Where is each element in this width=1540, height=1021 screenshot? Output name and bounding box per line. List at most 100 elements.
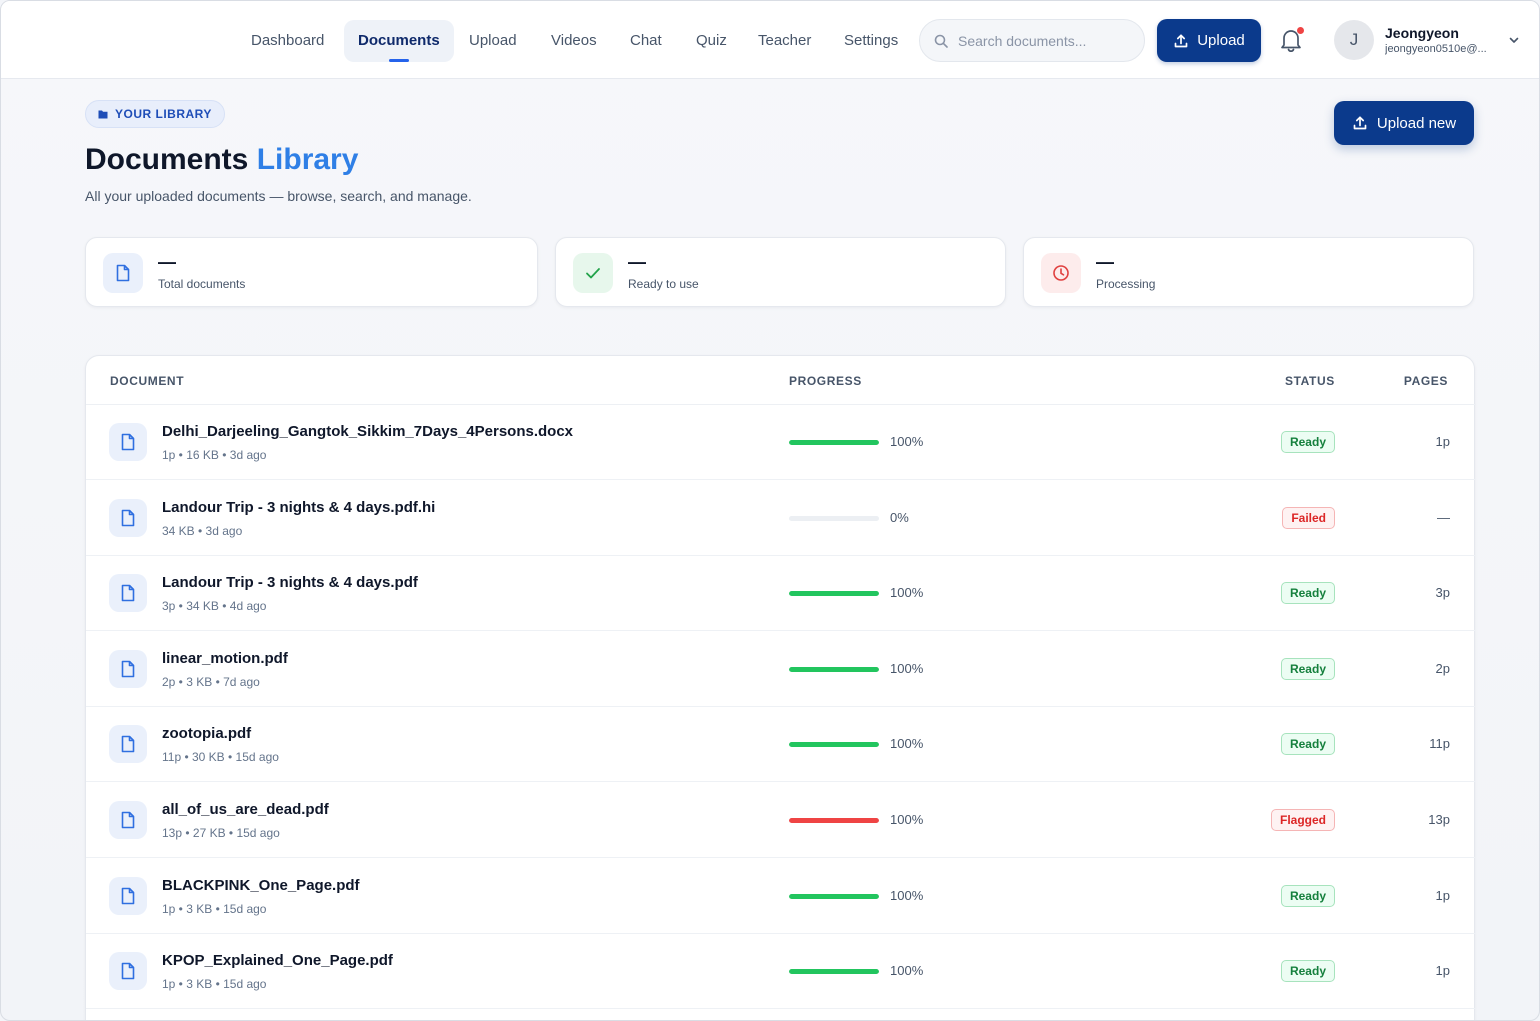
progress-bar xyxy=(789,742,879,748)
document-name[interactable]: Delhi_Darjeeling_Gangtok_Sikkim_7Days_4P… xyxy=(162,423,573,440)
folder-icon xyxy=(98,110,108,119)
progress-bar xyxy=(789,893,879,899)
col-header-progress[interactable]: PROGRESS xyxy=(789,374,862,388)
stat-label: Ready to use xyxy=(628,277,699,291)
file-icon-box xyxy=(109,801,147,839)
stat-processing: — Processing xyxy=(1023,237,1474,307)
document-meta: 1p • 16 KB • 3d ago xyxy=(162,448,267,462)
document-name[interactable]: BLACKPINK_One_Page.pdf xyxy=(162,877,360,894)
progress-fill xyxy=(789,818,879,823)
document-name[interactable]: all_of_us_are_dead.pdf xyxy=(162,801,329,818)
status-badge: Ready xyxy=(1280,657,1335,680)
top-navbar: Dashboard Documents Upload Videos Chat Q… xyxy=(1,1,1539,79)
table-row[interactable]: Landour Trip - 3 nights & 4 days.pdf.hi 3… xyxy=(86,481,1476,556)
status-badge: Ready xyxy=(1280,582,1335,605)
stat-value: — xyxy=(628,252,646,272)
upload-icon xyxy=(1174,33,1188,47)
document-meta: 34 KB • 3d ago xyxy=(162,523,243,538)
upload-icon xyxy=(1353,116,1367,130)
file-icon-box xyxy=(109,725,147,764)
search-box xyxy=(919,19,1145,62)
nav-upload[interactable]: Upload xyxy=(455,20,531,62)
table-row[interactable]: zootopia.pdf 11p • 30 KB • 15d ago 100% Rea… xyxy=(86,707,1476,783)
document-meta: 1p • 3 KB • 15d ago xyxy=(162,901,267,916)
stat-icon-box xyxy=(1041,253,1081,293)
progress-percent: 100% xyxy=(890,660,924,676)
progress-bar xyxy=(789,515,879,521)
nav-quiz[interactable]: Quiz xyxy=(682,20,741,62)
page-count: 11p xyxy=(1429,736,1450,752)
table-row[interactable]: all_of_us_are_dead.pdf 13p • 27 KB • 15d … xyxy=(86,783,1476,858)
upload-button[interactable]: Upload xyxy=(1157,19,1261,62)
clock-icon xyxy=(1053,265,1069,281)
document-icon xyxy=(121,509,135,526)
status-badge: Ready xyxy=(1280,733,1335,756)
notifications-button[interactable] xyxy=(1279,27,1305,55)
progress-bar xyxy=(789,666,879,672)
document-name[interactable]: linear_motion.pdf xyxy=(162,650,288,667)
check-icon xyxy=(586,268,600,279)
avatar[interactable]: J xyxy=(1334,20,1374,60)
notification-dot xyxy=(1297,27,1304,34)
page-count: 3p xyxy=(1435,585,1450,601)
stat-value: — xyxy=(158,252,176,272)
document-icon xyxy=(116,264,130,282)
file-icon-box xyxy=(109,574,147,613)
progress-percent: 0% xyxy=(890,509,909,525)
document-name[interactable]: zootopia.pdf xyxy=(162,725,251,742)
upload-new-label: Upload new xyxy=(1376,114,1457,132)
stat-icon-box xyxy=(103,253,143,293)
page-count: 1p xyxy=(1435,963,1450,979)
table-row[interactable]: KPOP_Explained_One_Page.pdf 1p • 3 KB • 1… xyxy=(86,934,1476,1010)
library-badge-label: YOUR LIBRARY xyxy=(115,107,212,121)
user-name: Jeongyeon xyxy=(1385,25,1459,41)
progress-fill xyxy=(789,893,879,899)
nav-documents-label: Documents xyxy=(358,32,440,49)
progress-fill xyxy=(789,742,879,748)
progress-bar xyxy=(789,969,879,975)
col-header-document[interactable]: DOCUMENT xyxy=(110,374,184,388)
progress-bar xyxy=(789,591,879,597)
upload-button-label: Upload xyxy=(1197,32,1245,49)
table-row[interactable]: BLACKPINK_One_Page.pdf 1p • 3 KB • 15d ag… xyxy=(86,859,1476,934)
status-badge: Ready xyxy=(1280,884,1335,907)
chevron-down-icon[interactable] xyxy=(1508,34,1520,46)
active-tab-indicator xyxy=(388,59,409,62)
document-name[interactable]: Landour Trip - 3 nights & 4 days.pdf.hi xyxy=(162,499,435,516)
document-meta: 11p • 30 KB • 15d ago xyxy=(162,750,279,765)
document-icon xyxy=(121,736,135,753)
progress-percent: 100% xyxy=(890,963,924,979)
table-row[interactable]: Delhi_Darjeeling_Gangtok_Sikkim_7Days_4P… xyxy=(86,405,1476,480)
document-meta: 3p • 34 KB • 4d ago xyxy=(162,599,267,614)
nav-videos[interactable]: Videos xyxy=(537,20,611,62)
page-count: 13p xyxy=(1428,812,1450,827)
col-header-status[interactable]: STATUS xyxy=(1285,374,1335,388)
document-name[interactable]: Landour Trip - 3 nights & 4 days.pdf xyxy=(162,574,418,591)
nav-chat[interactable]: Chat xyxy=(616,20,676,62)
nav-dashboard[interactable]: Dashboard xyxy=(237,20,338,62)
document-icon xyxy=(121,660,135,678)
table-row[interactable]: Landour Trip - 3 nights & 4 days.pdf 3p •… xyxy=(86,556,1476,632)
document-meta: 2p • 3 KB • 7d ago xyxy=(162,674,260,689)
progress-fill xyxy=(789,591,879,597)
document-icon xyxy=(121,811,135,829)
nav-teacher[interactable]: Teacher xyxy=(744,20,825,62)
nav-documents[interactable]: Documents xyxy=(344,20,454,62)
progress-fill xyxy=(789,666,879,672)
nav-settings[interactable]: Settings xyxy=(830,20,912,62)
documents-table: DOCUMENT PROGRESS STATUS PAGES Delhi_Dar… xyxy=(85,355,1476,1020)
upload-new-button[interactable]: Upload new xyxy=(1334,101,1474,145)
page-title-accent: Library xyxy=(256,143,359,176)
file-icon-box xyxy=(109,876,147,915)
document-icon xyxy=(121,433,135,451)
search-input[interactable] xyxy=(958,20,1138,61)
col-header-pages[interactable]: PAGES xyxy=(1404,374,1448,388)
search-icon xyxy=(934,34,948,48)
file-icon-box xyxy=(109,498,147,537)
document-name[interactable]: KPOP_Explained_One_Page.pdf xyxy=(162,952,393,969)
user-email: jeongyeon0510e@... xyxy=(1385,43,1487,55)
progress-percent: 100% xyxy=(890,736,924,752)
page-title-main: Documents xyxy=(85,143,249,176)
table-row[interactable]: linear_motion.pdf 2p • 3 KB • 7d ago 100% R… xyxy=(86,632,1476,707)
document-icon xyxy=(121,887,135,904)
